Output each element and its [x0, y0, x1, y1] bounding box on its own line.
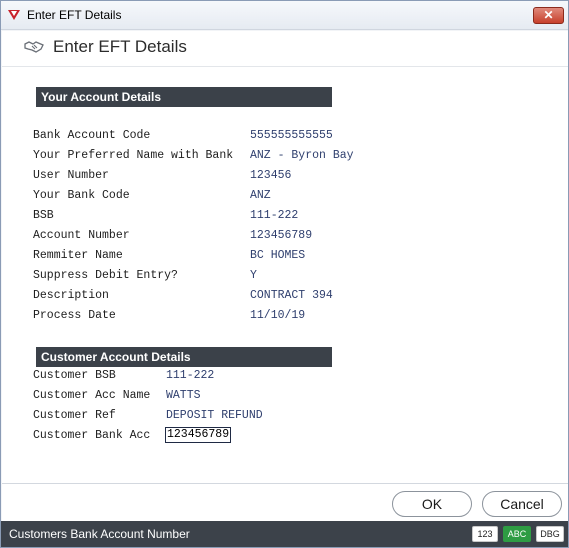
label-customer-ref: Customer Ref — [33, 409, 116, 422]
status-bar: Customers Bank Account Number 123 ABC DB… — [1, 521, 568, 547]
numlock-badge: 123 — [472, 526, 498, 542]
label-bsb: BSB — [33, 209, 54, 222]
dialog-content: Enter EFT Details Your Account Details B… — [2, 31, 568, 521]
cancel-button[interactable]: Cancel — [482, 491, 562, 517]
label-user-number: User Number — [33, 169, 109, 182]
value-customer-ref: DEPOSIT REFUND — [166, 409, 263, 422]
window-title: Enter EFT Details — [27, 8, 122, 22]
label-process-date: Process Date — [33, 309, 116, 322]
value-bsb: 111-222 — [250, 209, 299, 222]
value-remitter-name: BC HOMES — [250, 249, 306, 262]
page-title: Enter EFT Details — [53, 37, 187, 56]
close-button[interactable]: ✕ — [533, 7, 564, 24]
ok-button[interactable]: OK — [392, 491, 472, 517]
label-account-number: Account Number — [33, 229, 130, 242]
caps-badge: ABC — [503, 526, 531, 542]
eft-dialog: Enter EFT Details ✕ Enter EFT Details Yo… — [0, 0, 569, 548]
section-header-your-account: Your Account Details — [36, 87, 332, 107]
value-user-number: 123456 — [250, 169, 292, 182]
value-account-number: 123456789 — [250, 229, 313, 242]
app-logo-icon — [8, 10, 20, 20]
label-customer-bsb: Customer BSB — [33, 369, 116, 382]
label-customer-bank-acc: Customer Bank Acc — [33, 429, 151, 442]
label-preferred-name: Your Preferred Name with Bank — [33, 149, 234, 162]
label-customer-acc-name: Customer Acc Name — [33, 389, 151, 402]
handshake-icon — [24, 41, 44, 53]
header-bar: Enter EFT Details — [2, 31, 568, 67]
section-header-customer-account: Customer Account Details — [36, 347, 332, 367]
value-description: CONTRACT 394 — [250, 289, 333, 302]
debug-badge: DBG — [536, 526, 564, 542]
value-bank-account-code: 555555555555 — [250, 129, 333, 142]
label-bank-code: Your Bank Code — [33, 189, 130, 202]
status-text: Customers Bank Account Number — [9, 527, 190, 541]
value-preferred-name: ANZ - Byron Bay — [250, 149, 354, 162]
value-suppress-debit: Y — [250, 269, 257, 282]
value-customer-bsb: 111-222 — [166, 369, 215, 382]
value-customer-acc-name: WATTS — [166, 389, 201, 402]
footer-divider — [2, 483, 568, 484]
label-description: Description — [33, 289, 109, 302]
label-bank-account-code: Bank Account Code — [33, 129, 151, 142]
customer-bank-acc-input[interactable]: 123456789 — [165, 427, 231, 443]
value-process-date: 11/10/19 — [250, 309, 306, 322]
label-suppress-debit: Suppress Debit Entry? — [33, 269, 178, 282]
title-bar[interactable]: Enter EFT Details ✕ — [1, 1, 568, 30]
value-bank-code: ANZ — [250, 189, 271, 202]
label-remitter-name: Remmiter Name — [33, 249, 123, 262]
